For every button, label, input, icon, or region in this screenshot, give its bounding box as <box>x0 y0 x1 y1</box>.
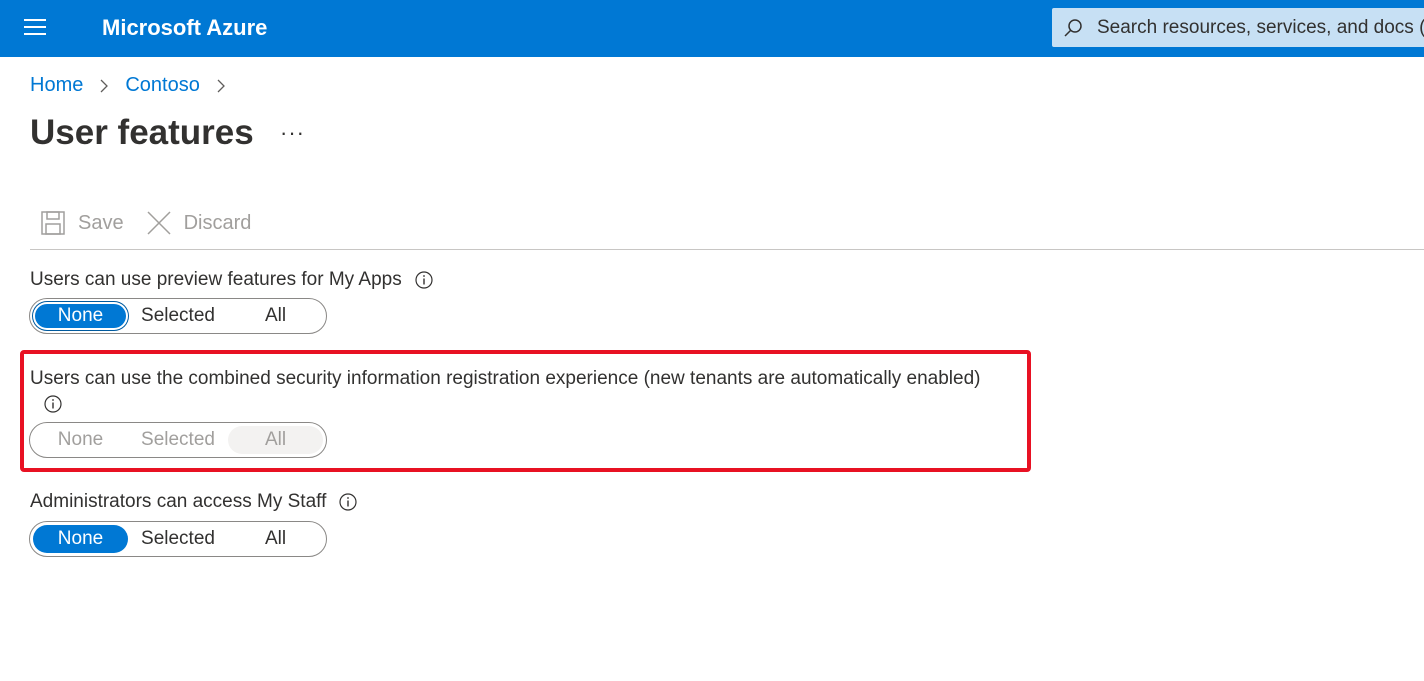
option-selected: Selected <box>141 429 215 450</box>
my-staff-toggle: None Selected All <box>29 521 327 557</box>
combined-registration-toggle: None Selected All <box>29 422 327 458</box>
setting-label-text: Users can use the combined security info… <box>30 368 981 389</box>
setting-label-text: Administrators can access My Staff <box>30 491 327 512</box>
command-bar: Save Discard <box>40 208 251 238</box>
setting-label-preview-features: Users can use preview features for My Ap… <box>30 269 434 291</box>
preview-features-toggle: None Selected All <box>29 298 327 334</box>
breadcrumb: Home Contoso <box>30 74 242 97</box>
divider <box>30 249 1424 250</box>
page-title: User features <box>30 113 254 152</box>
option-all[interactable]: All <box>228 525 323 553</box>
search-input[interactable]: Search resources, services, and docs (G+… <box>1097 17 1424 39</box>
close-icon <box>147 211 171 235</box>
discard-label: Discard <box>183 211 252 234</box>
more-options-button[interactable]: ··· <box>280 120 305 146</box>
save-button[interactable]: Save <box>40 210 124 236</box>
breadcrumb-contoso[interactable]: Contoso <box>125 74 200 97</box>
option-all[interactable]: All <box>228 302 323 330</box>
setting-label-text: Users can use preview features for My Ap… <box>30 269 402 290</box>
save-icon <box>41 211 65 235</box>
chevron-right-icon <box>100 79 109 92</box>
info-icon[interactable] <box>338 492 358 512</box>
option-selected[interactable]: Selected <box>128 525 228 553</box>
option-none: None <box>57 429 104 450</box>
chevron-right-icon <box>217 79 225 92</box>
option-all: All <box>228 426 323 454</box>
setting-label-combined-registration: Users can use the combined security info… <box>30 368 981 390</box>
option-selected[interactable]: Selected <box>128 302 228 330</box>
search-icon <box>1064 19 1082 37</box>
brand-title[interactable]: Microsoft Azure <box>102 15 267 41</box>
save-label: Save <box>78 211 124 234</box>
discard-button[interactable]: Discard <box>146 210 252 236</box>
info-icon[interactable] <box>43 394 63 414</box>
option-none[interactable]: None <box>33 525 128 553</box>
info-icon[interactable] <box>414 270 434 290</box>
breadcrumb-home[interactable]: Home <box>30 74 83 97</box>
top-bar: Microsoft Azure Search resources, servic… <box>0 0 1424 57</box>
search-box[interactable]: Search resources, services, and docs (G+… <box>1052 8 1424 47</box>
hamburger-icon[interactable] <box>24 19 46 37</box>
setting-label-my-staff: Administrators can access My Staff <box>30 491 358 513</box>
option-none[interactable]: None <box>33 302 128 330</box>
